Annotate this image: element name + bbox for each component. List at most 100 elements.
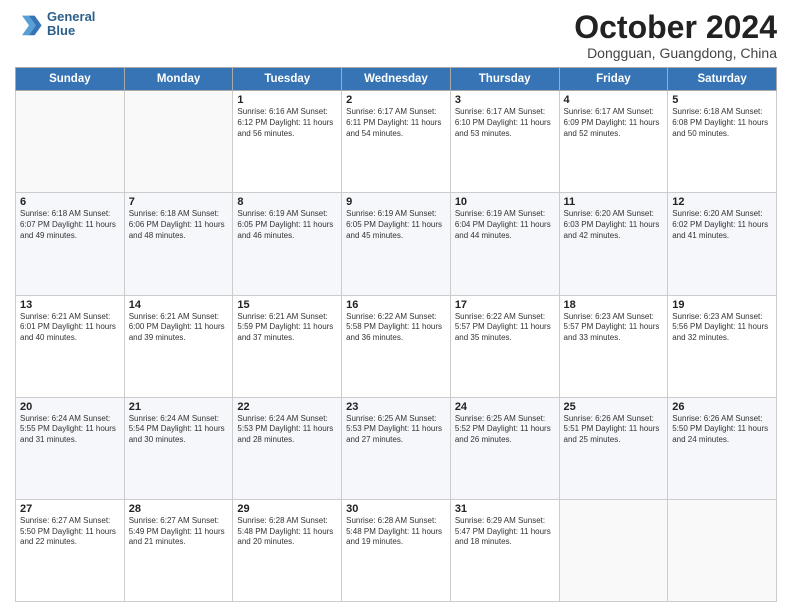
day-info: Sunrise: 6:26 AM Sunset: 5:51 PM Dayligh… — [564, 414, 664, 446]
day-info: Sunrise: 6:17 AM Sunset: 6:10 PM Dayligh… — [455, 107, 555, 139]
day-info: Sunrise: 6:25 AM Sunset: 5:53 PM Dayligh… — [346, 414, 446, 446]
calendar-cell: 2Sunrise: 6:17 AM Sunset: 6:11 PM Daylig… — [342, 91, 451, 193]
day-info: Sunrise: 6:21 AM Sunset: 6:01 PM Dayligh… — [20, 312, 120, 344]
main-title: October 2024 — [574, 10, 777, 45]
calendar-cell: 10Sunrise: 6:19 AM Sunset: 6:04 PM Dayli… — [450, 193, 559, 295]
calendar-cell: 18Sunrise: 6:23 AM Sunset: 5:57 PM Dayli… — [559, 295, 668, 397]
calendar-cell: 13Sunrise: 6:21 AM Sunset: 6:01 PM Dayli… — [16, 295, 125, 397]
day-number: 27 — [20, 503, 120, 515]
calendar-cell: 11Sunrise: 6:20 AM Sunset: 6:03 PM Dayli… — [559, 193, 668, 295]
calendar-cell: 23Sunrise: 6:25 AM Sunset: 5:53 PM Dayli… — [342, 397, 451, 499]
logo-line1: General — [47, 10, 95, 24]
day-number: 28 — [129, 503, 229, 515]
day-info: Sunrise: 6:17 AM Sunset: 6:09 PM Dayligh… — [564, 107, 664, 139]
calendar-cell: 8Sunrise: 6:19 AM Sunset: 6:05 PM Daylig… — [233, 193, 342, 295]
day-number: 31 — [455, 503, 555, 515]
calendar-table: SundayMondayTuesdayWednesdayThursdayFrid… — [15, 67, 777, 602]
logo: General Blue — [15, 10, 95, 39]
day-number: 20 — [20, 401, 120, 413]
day-number: 21 — [129, 401, 229, 413]
calendar-cell: 19Sunrise: 6:23 AM Sunset: 5:56 PM Dayli… — [668, 295, 777, 397]
day-number: 18 — [564, 299, 664, 311]
day-number: 15 — [237, 299, 337, 311]
day-info: Sunrise: 6:27 AM Sunset: 5:50 PM Dayligh… — [20, 516, 120, 548]
header: General Blue October 2024 Dongguan, Guan… — [15, 10, 777, 61]
logo-line2: Blue — [47, 24, 95, 38]
calendar-cell: 15Sunrise: 6:21 AM Sunset: 5:59 PM Dayli… — [233, 295, 342, 397]
day-number: 12 — [672, 196, 772, 208]
calendar-cell: 17Sunrise: 6:22 AM Sunset: 5:57 PM Dayli… — [450, 295, 559, 397]
day-info: Sunrise: 6:16 AM Sunset: 6:12 PM Dayligh… — [237, 107, 337, 139]
calendar-cell: 3Sunrise: 6:17 AM Sunset: 6:10 PM Daylig… — [450, 91, 559, 193]
day-info: Sunrise: 6:20 AM Sunset: 6:03 PM Dayligh… — [564, 209, 664, 241]
day-info: Sunrise: 6:24 AM Sunset: 5:54 PM Dayligh… — [129, 414, 229, 446]
calendar-week-row: 1Sunrise: 6:16 AM Sunset: 6:12 PM Daylig… — [16, 91, 777, 193]
calendar-header-cell: Friday — [559, 68, 668, 91]
header-row: SundayMondayTuesdayWednesdayThursdayFrid… — [16, 68, 777, 91]
day-info: Sunrise: 6:18 AM Sunset: 6:08 PM Dayligh… — [672, 107, 772, 139]
calendar-cell: 20Sunrise: 6:24 AM Sunset: 5:55 PM Dayli… — [16, 397, 125, 499]
day-number: 25 — [564, 401, 664, 413]
logo-icon — [15, 10, 43, 38]
calendar-cell: 1Sunrise: 6:16 AM Sunset: 6:12 PM Daylig… — [233, 91, 342, 193]
day-info: Sunrise: 6:21 AM Sunset: 5:59 PM Dayligh… — [237, 312, 337, 344]
calendar-cell: 22Sunrise: 6:24 AM Sunset: 5:53 PM Dayli… — [233, 397, 342, 499]
day-number: 2 — [346, 94, 446, 106]
calendar-week-row: 27Sunrise: 6:27 AM Sunset: 5:50 PM Dayli… — [16, 499, 777, 601]
day-info: Sunrise: 6:21 AM Sunset: 6:00 PM Dayligh… — [129, 312, 229, 344]
calendar-week-row: 6Sunrise: 6:18 AM Sunset: 6:07 PM Daylig… — [16, 193, 777, 295]
day-number: 13 — [20, 299, 120, 311]
calendar-cell: 9Sunrise: 6:19 AM Sunset: 6:05 PM Daylig… — [342, 193, 451, 295]
day-number: 26 — [672, 401, 772, 413]
calendar-cell: 4Sunrise: 6:17 AM Sunset: 6:09 PM Daylig… — [559, 91, 668, 193]
day-number: 24 — [455, 401, 555, 413]
calendar-cell — [559, 499, 668, 601]
day-info: Sunrise: 6:22 AM Sunset: 5:57 PM Dayligh… — [455, 312, 555, 344]
calendar-cell: 31Sunrise: 6:29 AM Sunset: 5:47 PM Dayli… — [450, 499, 559, 601]
day-number: 10 — [455, 196, 555, 208]
calendar-cell: 12Sunrise: 6:20 AM Sunset: 6:02 PM Dayli… — [668, 193, 777, 295]
calendar-header-cell: Tuesday — [233, 68, 342, 91]
day-number: 11 — [564, 196, 664, 208]
calendar-header-cell: Wednesday — [342, 68, 451, 91]
day-info: Sunrise: 6:19 AM Sunset: 6:05 PM Dayligh… — [237, 209, 337, 241]
day-number: 8 — [237, 196, 337, 208]
day-info: Sunrise: 6:20 AM Sunset: 6:02 PM Dayligh… — [672, 209, 772, 241]
calendar-cell: 25Sunrise: 6:26 AM Sunset: 5:51 PM Dayli… — [559, 397, 668, 499]
day-info: Sunrise: 6:23 AM Sunset: 5:56 PM Dayligh… — [672, 312, 772, 344]
day-number: 29 — [237, 503, 337, 515]
calendar-cell: 28Sunrise: 6:27 AM Sunset: 5:49 PM Dayli… — [124, 499, 233, 601]
day-info: Sunrise: 6:18 AM Sunset: 6:06 PM Dayligh… — [129, 209, 229, 241]
day-number: 4 — [564, 94, 664, 106]
calendar-cell: 30Sunrise: 6:28 AM Sunset: 5:48 PM Dayli… — [342, 499, 451, 601]
day-number: 6 — [20, 196, 120, 208]
calendar-cell — [124, 91, 233, 193]
day-info: Sunrise: 6:25 AM Sunset: 5:52 PM Dayligh… — [455, 414, 555, 446]
calendar-cell: 29Sunrise: 6:28 AM Sunset: 5:48 PM Dayli… — [233, 499, 342, 601]
day-number: 5 — [672, 94, 772, 106]
day-info: Sunrise: 6:19 AM Sunset: 6:04 PM Dayligh… — [455, 209, 555, 241]
calendar-header: SundayMondayTuesdayWednesdayThursdayFrid… — [16, 68, 777, 91]
calendar-header-cell: Sunday — [16, 68, 125, 91]
calendar-header-cell: Thursday — [450, 68, 559, 91]
day-info: Sunrise: 6:28 AM Sunset: 5:48 PM Dayligh… — [346, 516, 446, 548]
day-info: Sunrise: 6:24 AM Sunset: 5:55 PM Dayligh… — [20, 414, 120, 446]
day-number: 23 — [346, 401, 446, 413]
calendar-header-cell: Monday — [124, 68, 233, 91]
day-info: Sunrise: 6:18 AM Sunset: 6:07 PM Dayligh… — [20, 209, 120, 241]
calendar-cell: 14Sunrise: 6:21 AM Sunset: 6:00 PM Dayli… — [124, 295, 233, 397]
calendar-cell: 7Sunrise: 6:18 AM Sunset: 6:06 PM Daylig… — [124, 193, 233, 295]
day-number: 16 — [346, 299, 446, 311]
day-number: 14 — [129, 299, 229, 311]
day-info: Sunrise: 6:24 AM Sunset: 5:53 PM Dayligh… — [237, 414, 337, 446]
page: General Blue October 2024 Dongguan, Guan… — [0, 0, 792, 612]
calendar-cell: 6Sunrise: 6:18 AM Sunset: 6:07 PM Daylig… — [16, 193, 125, 295]
calendar-cell: 24Sunrise: 6:25 AM Sunset: 5:52 PM Dayli… — [450, 397, 559, 499]
day-number: 19 — [672, 299, 772, 311]
calendar-week-row: 13Sunrise: 6:21 AM Sunset: 6:01 PM Dayli… — [16, 295, 777, 397]
day-number: 7 — [129, 196, 229, 208]
calendar-cell — [16, 91, 125, 193]
day-number: 17 — [455, 299, 555, 311]
day-number: 3 — [455, 94, 555, 106]
logo-text: General Blue — [47, 10, 95, 39]
